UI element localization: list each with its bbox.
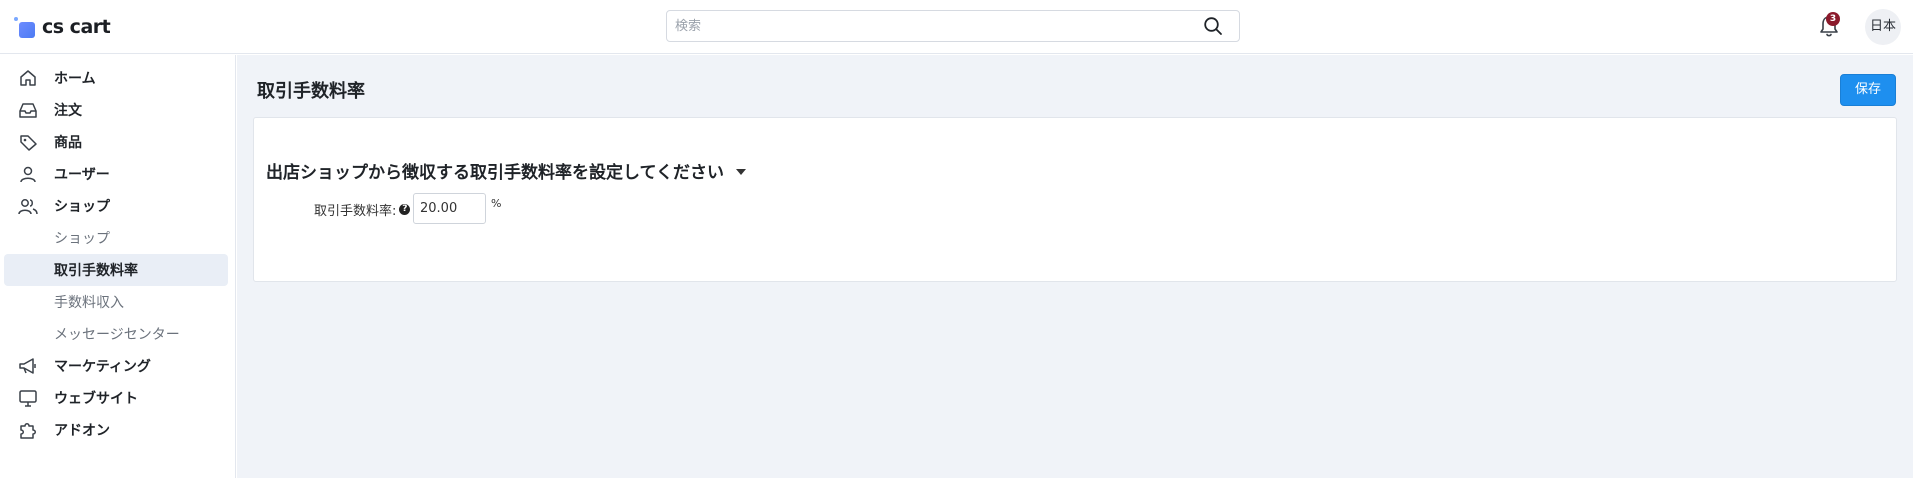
sidebar-item-label: ユーザー <box>54 167 110 183</box>
sidebar-item-home[interactable]: ホーム <box>4 63 228 93</box>
users-icon <box>18 199 38 215</box>
sidebar-item-addons[interactable]: アドオン <box>4 415 228 445</box>
search-icon[interactable] <box>1203 16 1223 36</box>
sidebar-item-website[interactable]: ウェブサイト <box>4 383 228 413</box>
save-button[interactable]: 保存 <box>1840 74 1896 106</box>
sidebar-item-orders[interactable]: 注文 <box>4 95 228 125</box>
section-header[interactable]: 出店ショップから徴収する取引手数料率を設定してください <box>266 158 746 183</box>
search-input[interactable] <box>667 11 1187 41</box>
page-title: 取引手数料率 <box>257 81 365 102</box>
sidebar-item-label: 手数料収入 <box>54 295 124 311</box>
top-header: cs cart 3 日本 <box>0 0 1913 54</box>
sidebar-item-products[interactable]: 商品 <box>4 127 228 157</box>
sidebar-subitem-commission-income[interactable]: 手数料収入 <box>4 287 228 317</box>
language-switcher[interactable]: 日本 <box>1865 9 1901 45</box>
sidebar-item-label: ホーム <box>54 71 96 87</box>
help-icon[interactable]: ? <box>399 204 411 215</box>
caret-down-icon <box>735 168 746 175</box>
sidebar-item-label: ショップ <box>54 199 110 215</box>
inbox-icon <box>19 103 37 118</box>
notification-badge: 3 <box>1826 12 1840 26</box>
sidebar-item-marketing[interactable]: マーケティング <box>4 351 228 381</box>
logo[interactable]: cs cart <box>12 14 111 40</box>
section-title: 出店ショップから徴収する取引手数料率を設定してください <box>266 163 724 183</box>
sidebar: ホーム 注文 商品 ユーザー ショップ ショップ 取引手数料率 手数料収入 メッ… <box>0 55 236 478</box>
field-label-text: 取引手数料率: <box>314 204 397 219</box>
search-box <box>666 10 1240 42</box>
sidebar-subitem-commission-rate[interactable]: 取引手数料率 <box>4 254 228 286</box>
user-icon <box>20 166 36 183</box>
sidebar-item-label: 注文 <box>54 103 82 119</box>
main-content: 取引手数料率 保存 出店ショップから徴収する取引手数料率を設定してください 取引… <box>237 55 1913 478</box>
tag-icon <box>20 135 37 151</box>
commission-rate-label: 取引手数料率: ? <box>314 200 411 219</box>
settings-card: 出店ショップから徴収する取引手数料率を設定してください 取引手数料率: ? % <box>253 117 1897 282</box>
sidebar-subitem-message-center[interactable]: メッセージセンター <box>4 319 228 349</box>
sidebar-item-label: 取引手数料率 <box>54 263 138 279</box>
sidebar-item-label: ウェブサイト <box>54 391 138 407</box>
sidebar-item-label: ショップ <box>54 231 110 247</box>
logo-text: cs cart <box>42 16 111 38</box>
commission-rate-input[interactable] <box>413 193 486 224</box>
logo-mark-icon <box>12 15 36 39</box>
home-icon <box>20 70 36 86</box>
sidebar-item-label: マーケティング <box>54 359 151 375</box>
unit-label: % <box>491 197 502 210</box>
sidebar-subitem-shops[interactable]: ショップ <box>4 223 228 253</box>
sidebar-item-label: アドオン <box>54 423 110 439</box>
monitor-icon <box>19 390 37 407</box>
sidebar-item-label: メッセージセンター <box>54 327 180 343</box>
puzzle-icon <box>20 423 36 439</box>
sidebar-item-label: 商品 <box>54 135 82 151</box>
sidebar-item-users[interactable]: ユーザー <box>4 159 228 189</box>
sidebar-item-shops[interactable]: ショップ <box>4 191 228 221</box>
megaphone-icon <box>19 358 36 374</box>
